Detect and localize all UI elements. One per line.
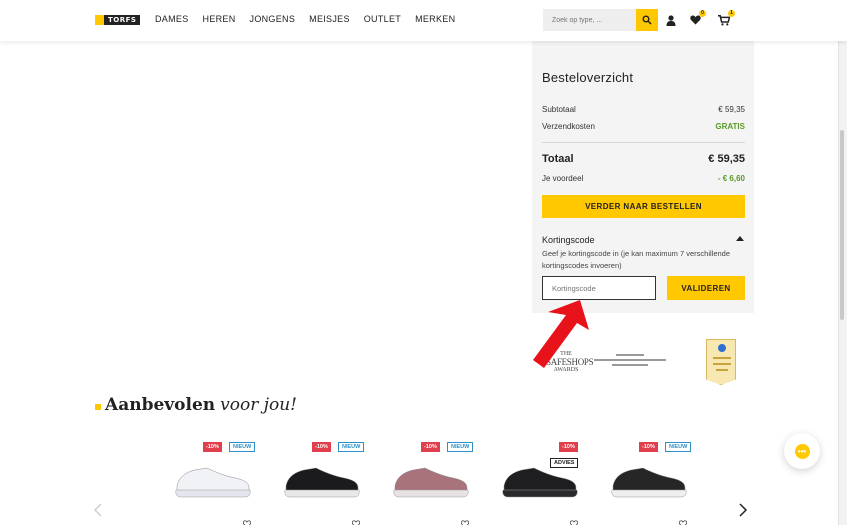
new-badge: NIEUW <box>665 442 692 452</box>
heart-icon <box>689 15 701 25</box>
shipping-label: Verzendkosten <box>542 122 595 131</box>
advantage-value: - € 6,60 <box>717 174 745 183</box>
nav-item-meisjes[interactable]: MEISJES <box>309 14 350 24</box>
product-shoe-image[interactable] <box>173 458 253 502</box>
subtotal-row: Subtotaal € 59,35 <box>542 105 745 114</box>
cart-button[interactable]: 1 <box>718 10 735 26</box>
collapse-caret-icon[interactable] <box>736 236 744 241</box>
total-value: € 59,35 <box>708 153 745 165</box>
total-row: Totaal € 59,35 <box>542 153 745 165</box>
main-nav: DAMES HEREN JONGENS MEISJES OUTLET MERKE… <box>155 14 469 24</box>
award-badge-line <box>716 369 728 371</box>
product-shoe-image[interactable] <box>500 458 580 502</box>
subtotal-label: Subtotaal <box>542 105 576 114</box>
chat-bubble-icon: ••• <box>794 443 810 459</box>
shipping-value: GRATIS <box>715 122 745 131</box>
search-button[interactable] <box>636 9 658 31</box>
discount-badge: -10% <box>559 442 578 452</box>
wishlist-heart-icon[interactable] <box>679 520 687 525</box>
search-input[interactable] <box>543 9 636 31</box>
nav-item-outlet[interactable]: OUTLET <box>364 14 401 24</box>
recommendations-title-italic: voor jou! <box>220 395 298 415</box>
wishlist-heart-icon[interactable] <box>243 520 251 525</box>
summary-divider <box>542 142 745 143</box>
torfs-logo[interactable]: TORFS <box>95 15 141 25</box>
cart-icon <box>718 14 730 25</box>
discount-badge: -10% <box>421 442 440 452</box>
coupon-description: Geef je kortingscode in (je kan maximum … <box>542 249 731 270</box>
discount-badge: -10% <box>312 442 331 452</box>
carousel-prev-arrow-icon[interactable] <box>93 503 103 517</box>
chat-button[interactable]: ••• <box>784 433 820 469</box>
validate-coupon-button[interactable]: VALIDEREN <box>667 276 745 300</box>
wishlist-button[interactable]: 0 <box>689 10 706 26</box>
nav-item-merken[interactable]: MERKEN <box>415 14 455 24</box>
heading-accent-square <box>95 404 101 410</box>
product-card[interactable]: -10% NIEUW <box>386 442 496 525</box>
product-card[interactable]: -10% NIEUW <box>168 442 278 525</box>
page-scrollbar-thumb[interactable] <box>840 130 844 320</box>
product-shoe-image[interactable] <box>609 458 689 502</box>
search-box <box>543 9 658 31</box>
user-icon <box>666 14 676 26</box>
search-icon <box>642 15 652 25</box>
product-shoe-image[interactable] <box>282 458 362 502</box>
award-badge-line <box>713 357 731 359</box>
award-winner-text <box>594 354 666 366</box>
recommendations-title-bold: Aanbevolen <box>105 395 216 415</box>
product-shoe-image[interactable] <box>391 458 471 502</box>
webshop-award-badge <box>706 339 736 385</box>
order-summary-panel: Besteloverzicht Subtotaal € 59,35 Verzen… <box>532 41 754 313</box>
carousel-next-arrow-icon[interactable] <box>738 503 748 517</box>
advantage-row: Je voordeel - € 6,60 <box>542 174 745 183</box>
wishlist-heart-icon[interactable] <box>461 520 469 525</box>
subtotal-value: € 59,35 <box>718 105 745 114</box>
new-badge: NIEUW <box>447 442 474 452</box>
total-label: Totaal <box>542 153 574 165</box>
order-summary-title: Besteloverzicht <box>542 70 634 85</box>
new-badge: NIEUW <box>338 442 365 452</box>
wishlist-heart-icon[interactable] <box>570 520 578 525</box>
red-arrow-annotation <box>533 300 589 368</box>
award-badge-line <box>713 363 731 365</box>
checkout-button[interactable]: VERDER NAAR BESTELLEN <box>542 195 745 218</box>
logo-mark <box>95 15 104 25</box>
nav-item-dames[interactable]: DAMES <box>155 14 189 24</box>
account-button[interactable] <box>665 14 677 26</box>
cart-count-badge: 1 <box>728 10 735 17</box>
logo-text: TORFS <box>104 15 141 25</box>
nav-item-heren[interactable]: HEREN <box>203 14 236 24</box>
product-card[interactable]: -10% NIEUW <box>604 442 714 525</box>
nav-item-jongens[interactable]: JONGENS <box>250 14 296 24</box>
site-header: TORFS DAMES HEREN JONGENS MEISJES OUTLET… <box>0 0 847 41</box>
shipping-row: Verzendkosten GRATIS <box>542 122 745 131</box>
product-card[interactable]: -10% ADVIES <box>495 442 605 525</box>
wishlist-heart-icon[interactable] <box>352 520 360 525</box>
coupon-section-title[interactable]: Kortingscode <box>542 235 595 245</box>
wishlist-count-badge: 0 <box>699 10 706 17</box>
advantage-label: Je voordeel <box>542 174 584 183</box>
new-badge: NIEUW <box>229 442 256 452</box>
product-card[interactable]: -10% NIEUW <box>277 442 387 525</box>
recommendations-heading: Aanbevolen voor jou! <box>95 395 297 415</box>
discount-badge: -10% <box>639 442 658 452</box>
discount-badge: -10% <box>203 442 222 452</box>
award-badge-emblem <box>718 344 726 352</box>
